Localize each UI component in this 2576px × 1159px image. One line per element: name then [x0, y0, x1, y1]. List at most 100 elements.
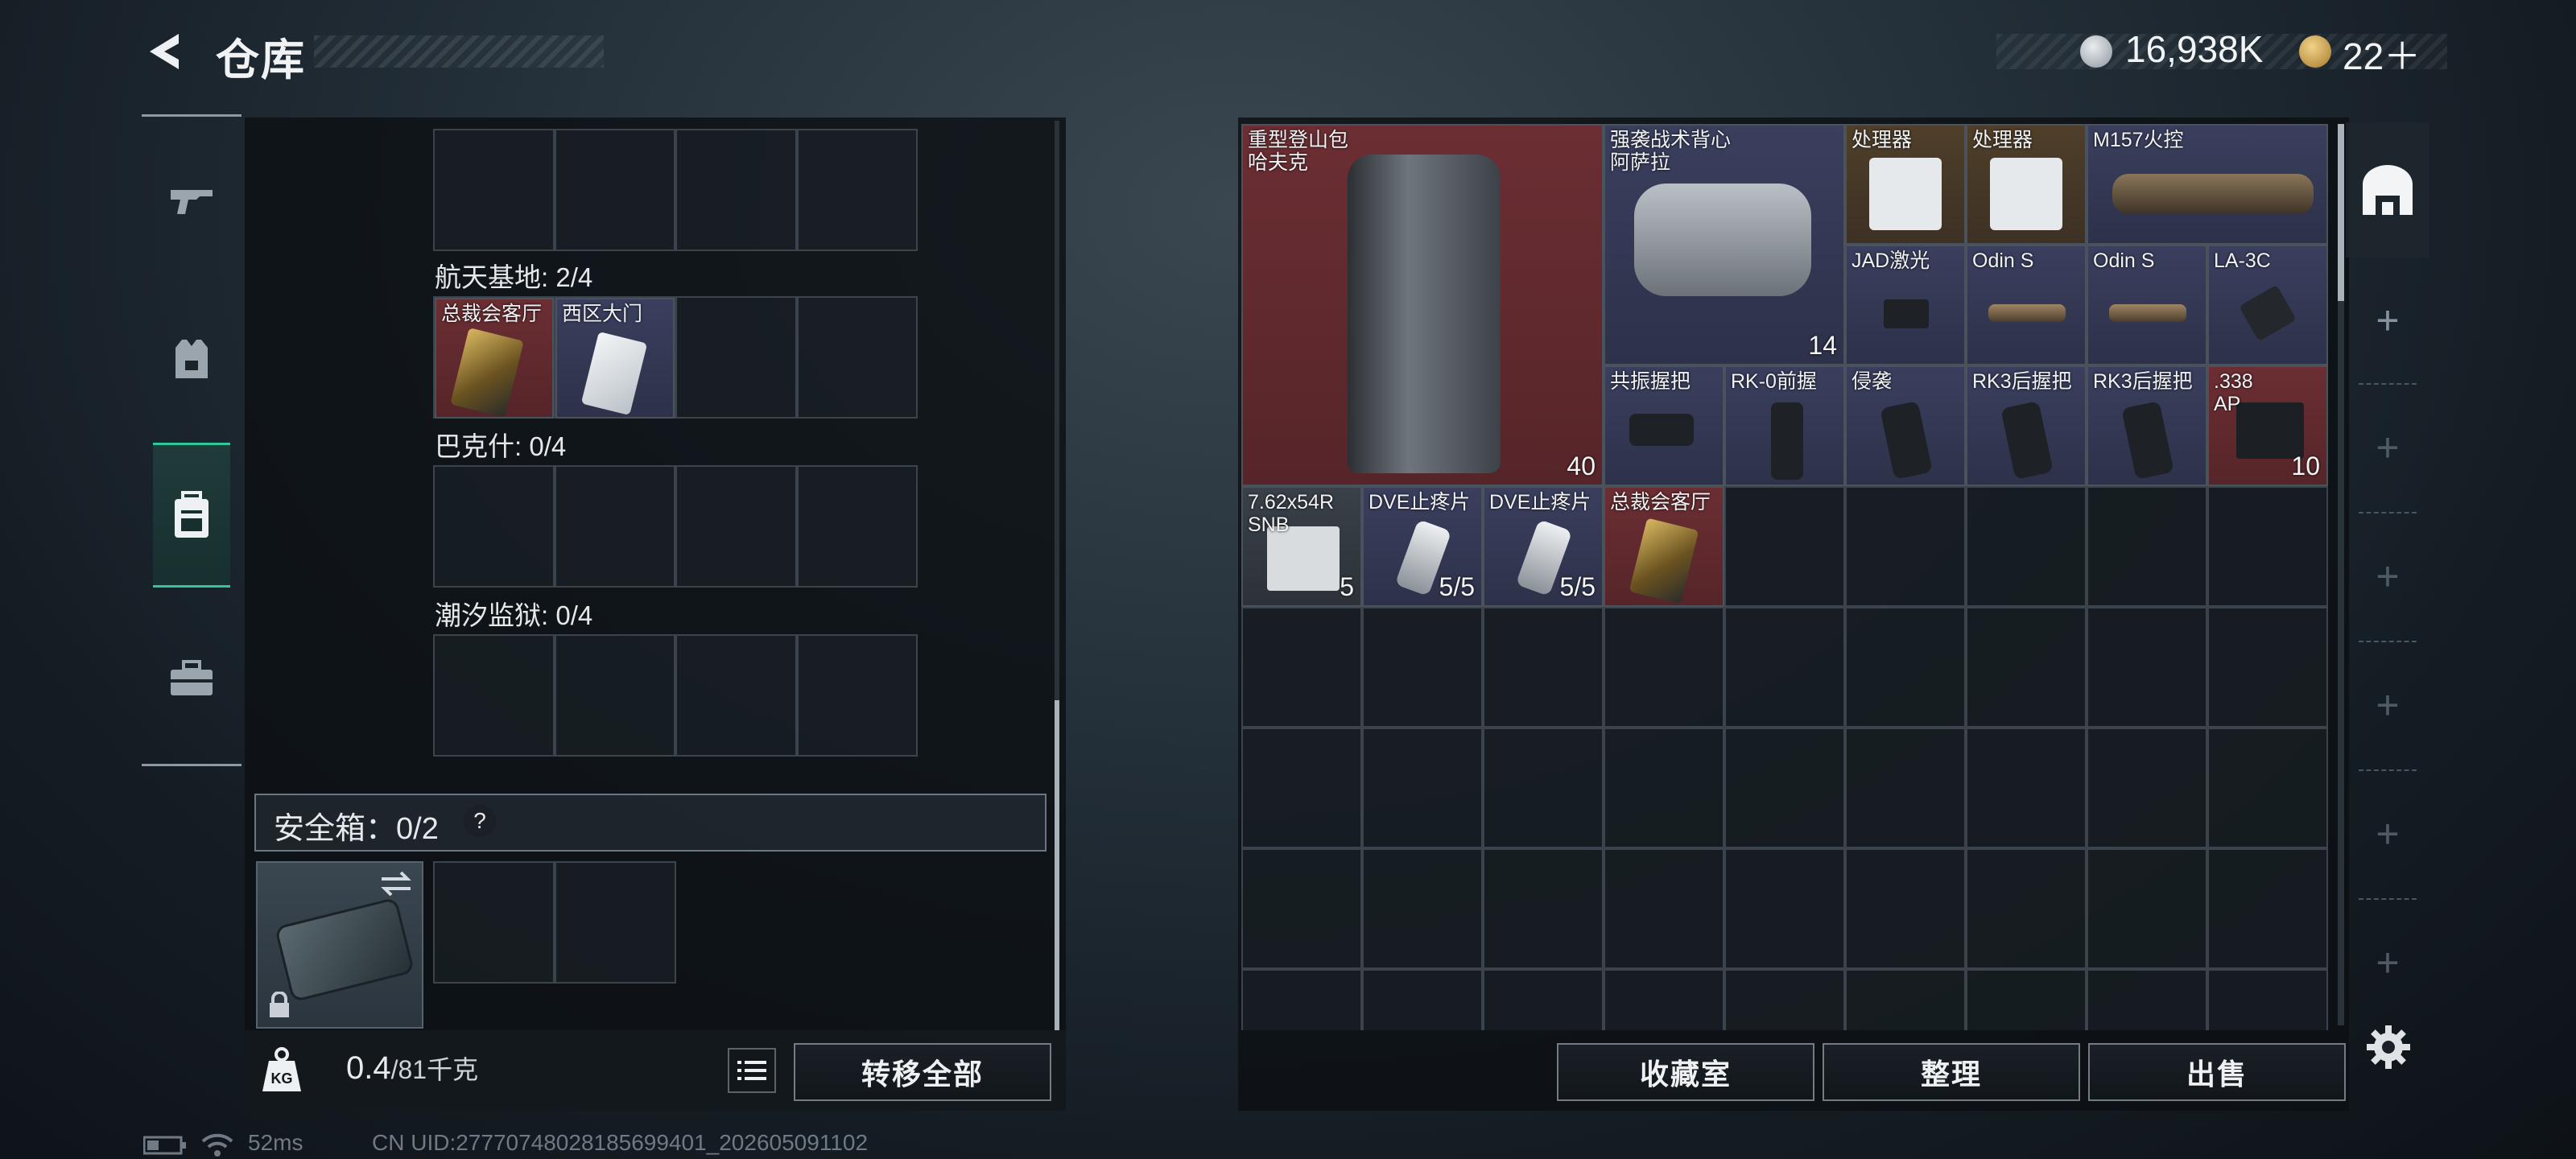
swap-icon[interactable]	[378, 869, 414, 898]
processor-item[interactable]: 处理器	[1845, 124, 1966, 245]
grip-item[interactable]: 共振握把	[1604, 365, 1724, 486]
storage-slot[interactable]	[1845, 607, 1966, 728]
processor-item[interactable]: 处理器	[1966, 124, 2087, 245]
help-icon[interactable]: ?	[464, 805, 496, 837]
key-slot[interactable]	[433, 129, 555, 251]
storage-slot[interactable]	[1604, 969, 1724, 1030]
storage-slot[interactable]	[1966, 848, 2087, 969]
storage-slot[interactable]	[2207, 728, 2328, 848]
storage-slot[interactable]	[2087, 969, 2207, 1030]
storage-slot[interactable]	[1362, 607, 1483, 728]
storage-slot[interactable]	[1845, 848, 1966, 969]
tab-armor[interactable]	[153, 287, 230, 431]
la3c-item[interactable]: LA-3C	[2207, 245, 2328, 365]
key-slot[interactable]	[796, 129, 918, 251]
storage-slot[interactable]	[1724, 486, 1845, 607]
safe-box-container[interactable]	[256, 861, 423, 1029]
right-scroll-thumb[interactable]	[2338, 124, 2344, 301]
grip-item[interactable]: RK3后握把	[1966, 365, 2087, 486]
key-card-item[interactable]: 总裁会客厅	[435, 298, 554, 419]
storage-slot[interactable]	[1966, 728, 2087, 848]
key-slot[interactable]	[554, 129, 675, 251]
storage-slot[interactable]	[2207, 607, 2328, 728]
storage-slot[interactable]	[2087, 848, 2207, 969]
storage-slot[interactable]	[1604, 607, 1724, 728]
ammo-item[interactable]: 7.62x54R SNB 5	[1241, 486, 1362, 607]
add-storage-tab-button[interactable]: +	[2346, 258, 2429, 383]
tab-backpack[interactable]	[153, 443, 230, 588]
storage-slot[interactable]	[1241, 607, 1362, 728]
key-slot[interactable]	[554, 465, 675, 588]
key-slot[interactable]	[796, 465, 918, 588]
gold-currency-value[interactable]: 22＋	[2343, 27, 2421, 80]
key-slot[interactable]	[554, 634, 675, 757]
odin-item[interactable]: Odin S	[1966, 245, 2087, 365]
key-slot[interactable]	[433, 465, 555, 588]
backpack-item[interactable]: 重型登山包 哈夫克 40	[1241, 124, 1604, 486]
storage-slot[interactable]	[1966, 969, 2087, 1030]
gear-icon[interactable]	[2365, 1024, 2412, 1070]
storage-slot[interactable]	[1724, 728, 1845, 848]
grip-item[interactable]: RK-0前握	[1724, 365, 1845, 486]
sort-button[interactable]: 整理	[1823, 1043, 2080, 1101]
storage-tab-main[interactable]	[2346, 122, 2429, 258]
key-slot[interactable]	[433, 634, 555, 757]
storage-slot[interactable]	[1845, 486, 1966, 607]
sell-button[interactable]: 出售	[2088, 1043, 2346, 1101]
storage-slot[interactable]	[1241, 969, 1362, 1030]
storage-slot[interactable]	[1724, 607, 1845, 728]
storage-slot[interactable]	[1724, 969, 1845, 1030]
add-storage-tab-button[interactable]: +	[2346, 642, 2429, 768]
storage-slot[interactable]	[1966, 486, 2087, 607]
key-slot[interactable]	[675, 465, 797, 588]
storage-slot[interactable]	[1362, 848, 1483, 969]
grip-item[interactable]: 侵袭	[1845, 365, 1966, 486]
key-card-item[interactable]: 总裁会客厅	[1604, 486, 1724, 607]
storage-slot[interactable]	[1483, 728, 1604, 848]
storage-slot[interactable]	[1845, 728, 1966, 848]
key-slot[interactable]	[675, 296, 797, 419]
transfer-all-button[interactable]: 转移全部	[794, 1043, 1051, 1101]
storage-slot[interactable]	[1241, 848, 1362, 969]
key-slot[interactable]	[796, 634, 918, 757]
storage-slot[interactable]	[2087, 486, 2207, 607]
tab-toolbox[interactable]	[153, 605, 230, 750]
add-storage-tab-button[interactable]: +	[2346, 900, 2429, 1025]
grip-item[interactable]: RK3后握把	[2087, 365, 2207, 486]
storage-slot[interactable]	[1483, 607, 1604, 728]
painkiller-item[interactable]: DVE止疼片 5/5	[1483, 486, 1604, 607]
vest-item[interactable]: 强袭战术背心 阿萨拉 14	[1604, 124, 1845, 365]
storage-slot[interactable]	[1604, 848, 1724, 969]
safe-slot[interactable]	[433, 861, 555, 984]
storage-slot[interactable]	[2087, 607, 2207, 728]
vault-button[interactable]: 收藏室	[1557, 1043, 1814, 1101]
storage-slot[interactable]	[1966, 607, 2087, 728]
fire-control-item[interactable]: M157火控	[2087, 124, 2328, 245]
add-storage-tab-button[interactable]: +	[2346, 514, 2429, 639]
storage-slot[interactable]	[2207, 848, 2328, 969]
safe-slot[interactable]	[555, 861, 676, 984]
ammo-box-item[interactable]: .338 AP 10	[2207, 365, 2328, 486]
storage-slot[interactable]	[1604, 728, 1724, 848]
list-view-button[interactable]	[728, 1048, 776, 1093]
storage-slot[interactable]	[2087, 728, 2207, 848]
back-arrow-icon[interactable]	[143, 29, 188, 74]
add-storage-tab-button[interactable]: +	[2346, 385, 2429, 510]
laser-item[interactable]: JAD激光	[1845, 245, 1966, 365]
storage-slot[interactable]	[1845, 969, 1966, 1030]
odin-item[interactable]: Odin S	[2087, 245, 2207, 365]
storage-slot[interactable]	[1483, 969, 1604, 1030]
storage-slot[interactable]	[1362, 728, 1483, 848]
key-slot[interactable]	[796, 296, 918, 419]
left-scroll-thumb[interactable]	[1055, 700, 1059, 1030]
key-slot[interactable]	[675, 129, 797, 251]
storage-slot[interactable]	[1483, 848, 1604, 969]
storage-slot[interactable]	[2207, 969, 2328, 1030]
storage-slot[interactable]	[1724, 848, 1845, 969]
storage-slot[interactable]	[1362, 969, 1483, 1030]
storage-slot[interactable]	[1241, 728, 1362, 848]
storage-slot[interactable]	[2207, 486, 2328, 607]
add-storage-tab-button[interactable]: +	[2346, 771, 2429, 897]
key-slot[interactable]	[675, 634, 797, 757]
painkiller-item[interactable]: DVE止疼片 5/5	[1362, 486, 1483, 607]
